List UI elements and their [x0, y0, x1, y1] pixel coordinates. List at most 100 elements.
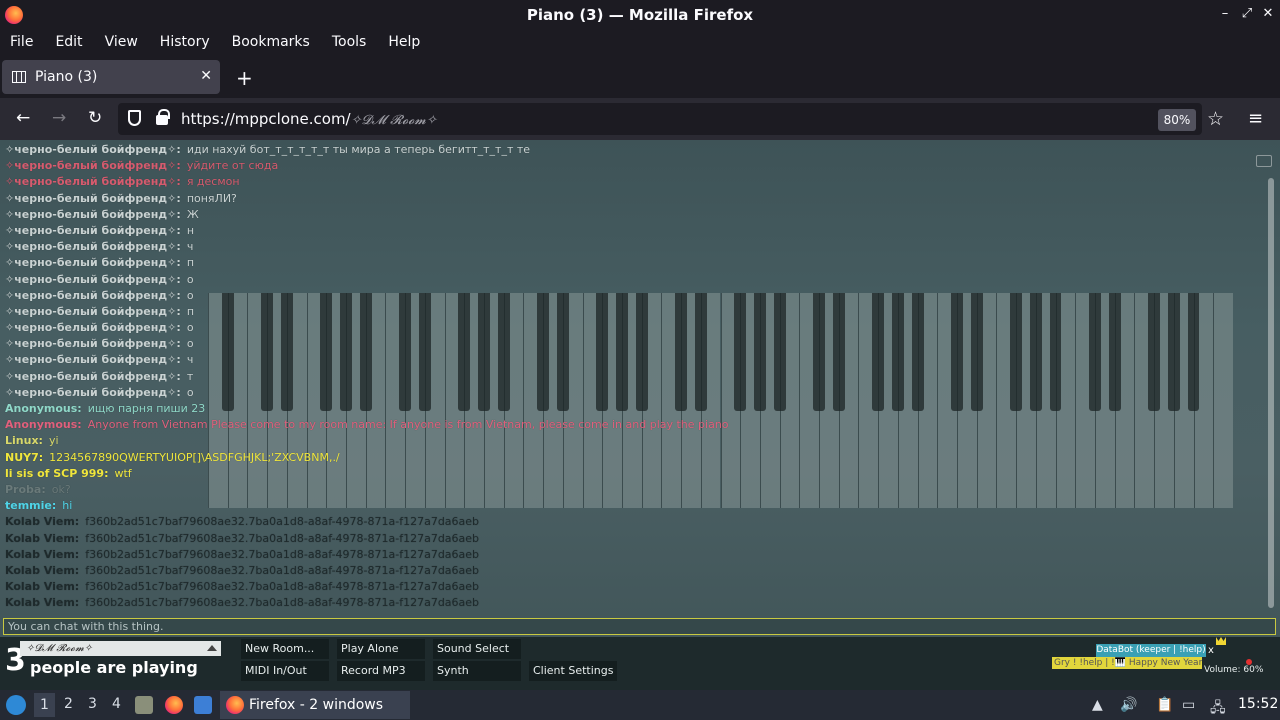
chat-message-author[interactable]: temmie: — [5, 499, 56, 512]
window-titlebar: Piano (3) — Mozilla Firefox – ⤢ ✕ — [0, 0, 1280, 30]
clipboard-icon[interactable]: 📋 — [1156, 697, 1173, 713]
chat-message-author[interactable]: ✧черно-белый бойфренд✧: — [5, 256, 181, 269]
chat-message-author[interactable]: Kolab Viem: — [5, 515, 79, 528]
terminal-icon[interactable] — [194, 696, 212, 714]
workspace-2[interactable]: 2 — [64, 696, 73, 712]
chat-message-author[interactable]: li sis of SCP 999: — [5, 467, 109, 480]
tab-close-icon[interactable]: ✕ — [200, 68, 212, 84]
workspace-1[interactable]: 1 — [34, 693, 55, 717]
maximize-icon[interactable]: ⤢ — [1239, 6, 1255, 21]
chat-message-author[interactable]: Kolab Viem: — [5, 596, 79, 609]
chat-message-author[interactable]: ✧черно-белый бойфренд✧: — [5, 370, 181, 383]
tray-up-icon[interactable]: ▲ — [1092, 697, 1103, 713]
tab-piano[interactable]: Piano (3) ✕ — [2, 60, 220, 94]
chat-message-text: f360b2ad51c7baf79608ae32.7ba0a1d8-a8af-4… — [85, 531, 480, 545]
chat-input[interactable]: You can chat with this thing. — [3, 618, 1276, 635]
chat-message: ✧черно-белый бойфренд✧: н — [5, 223, 1255, 239]
chat-message-text: я десмон — [186, 175, 240, 189]
menu-history[interactable]: History — [160, 34, 210, 50]
chat-message-author[interactable]: ✧черно-белый бойфренд✧: — [5, 175, 181, 188]
chat-message-author[interactable]: NUY7: — [5, 451, 43, 464]
chat-log: ✧черно-белый бойфренд✧: иди нахуй бот_т_т… — [5, 142, 1255, 611]
menu-edit[interactable]: Edit — [55, 34, 82, 50]
synth-button[interactable]: Synth — [433, 661, 521, 681]
menu-file[interactable]: File — [10, 34, 33, 50]
new-tab-icon[interactable]: + — [236, 66, 253, 90]
forward-icon[interactable]: → — [52, 108, 66, 128]
chat-message-text: о — [186, 337, 194, 351]
menu-bookmarks[interactable]: Bookmarks — [232, 34, 310, 50]
chat-message: ✧черно-белый бойфренд✧: п — [5, 304, 1255, 320]
chat-message-author[interactable]: ✧черно-белый бойфренд✧: — [5, 386, 181, 399]
close-window-icon[interactable]: ✕ — [1260, 6, 1276, 21]
workspace-3[interactable]: 3 — [88, 696, 97, 712]
reload-icon[interactable]: ↻ — [88, 108, 102, 128]
chat-message: Kolab Viem: f360b2ad51c7baf79608ae32.7ba0… — [5, 579, 1255, 595]
chat-message-text: о — [186, 272, 194, 286]
chat-message-author[interactable]: ✧черно-белый бойфренд✧: — [5, 192, 181, 205]
chat-message-author[interactable]: Kolab Viem: — [5, 548, 79, 561]
chat-message-author[interactable]: ✧черно-белый бойфренд✧: — [5, 224, 181, 237]
play-alone-button[interactable]: Play Alone — [337, 639, 425, 659]
chat-message-author[interactable]: ✧черно-белый бойфренд✧: — [5, 208, 181, 221]
bot-close-icon[interactable]: x — [1208, 645, 1214, 656]
chat-message-author[interactable]: Anonymous: — [5, 402, 82, 415]
bookmark-star-icon[interactable]: ☆ — [1207, 108, 1224, 130]
chat-message-author[interactable]: Kolab Viem: — [5, 564, 79, 577]
tab-title: Piano (3) — [35, 69, 98, 85]
chat-message-text: wtf — [114, 466, 132, 480]
url-bar[interactable]: https://mppclone.com/✧𝓓𝓜 𝓡𝓸𝓸𝓶✧ — [118, 103, 1202, 135]
chat-message: ✧черно-белый бойфренд✧: т — [5, 369, 1255, 385]
workspace-4[interactable]: 4 — [112, 696, 121, 712]
chat-message-author[interactable]: Kolab Viem: — [5, 532, 79, 545]
chat-message: ✧черно-белый бойфренд✧: Ж — [5, 207, 1255, 223]
lock-icon[interactable] — [156, 109, 170, 125]
bot-status-note: Gry ! !help | !🎹 Happy New Year! | ... — [1052, 657, 1202, 669]
chat-message-author[interactable]: ✧черно-белый бойфренд✧: — [5, 321, 181, 334]
file-manager-icon[interactable] — [135, 696, 153, 714]
url-domain: https://mppclone.com/ — [181, 110, 351, 128]
chat-message-author[interactable]: ✧черно-белый бойфренд✧: — [5, 353, 181, 366]
app-menu-icon[interactable]: ≡ — [1248, 108, 1263, 129]
clock: 15:52 — [1238, 696, 1279, 712]
midi-in-out-button[interactable]: MIDI In/Out — [241, 661, 329, 681]
room-select[interactable]: ✧𝓓𝓜 𝓡𝓸𝓸𝓶✧ — [20, 641, 221, 656]
display-icon[interactable]: ▭ — [1182, 697, 1195, 713]
back-icon[interactable]: ← — [16, 108, 30, 128]
chat-message-author[interactable]: Proba: — [5, 483, 46, 496]
chat-message-author[interactable]: ✧черно-белый бойфренд✧: — [5, 273, 181, 286]
chat-scrollbar[interactable] — [1268, 178, 1274, 608]
chat-message-author[interactable]: Kolab Viem: — [5, 580, 79, 593]
volume-label[interactable]: Volume: 60% — [1204, 665, 1263, 675]
sound-select-button[interactable]: Sound Select — [433, 639, 521, 659]
url-text[interactable]: https://mppclone.com/✧𝓓𝓜 𝓡𝓸𝓸𝓶✧ — [181, 110, 437, 128]
zoom-level-badge[interactable]: 80% — [1158, 109, 1196, 131]
network-icon[interactable]: 🖧 — [1210, 697, 1226, 720]
menu-view[interactable]: View — [105, 34, 138, 50]
speaker-icon[interactable]: 🔊 — [1120, 697, 1137, 713]
chat-message-author[interactable]: ✧черно-белый бойфренд✧: — [5, 159, 181, 172]
chat-message-text: иди нахуй бот_т_т_т_т_т ты мира а теперь… — [186, 143, 531, 156]
minimize-icon[interactable]: – — [1217, 6, 1233, 21]
client-settings-button[interactable]: Client Settings — [529, 661, 617, 681]
chat-message-author[interactable]: Anonymous: — [5, 418, 82, 431]
chat-message-author[interactable]: ✧черно-белый бойфренд✧: — [5, 337, 181, 350]
databot-user-tag[interactable]: DataBot (keeper | !help) — [1096, 644, 1206, 657]
menu-help[interactable]: Help — [388, 34, 420, 50]
chat-message-author[interactable]: ✧черно-белый бойфренд✧: — [5, 143, 181, 156]
chat-message-author[interactable]: ✧черно-белый бойфренд✧: — [5, 289, 181, 302]
chat-toggle-icon[interactable] — [1256, 155, 1272, 167]
new-room-button[interactable]: New Room... — [241, 639, 329, 659]
record-mp3-button[interactable]: Record MP3 — [337, 661, 425, 681]
chat-message: Anonymous: ищю парня пиши 23 — [5, 401, 1255, 417]
chat-message-text: т — [186, 369, 194, 383]
chat-message: ✧черно-белый бойфренд✧: о — [5, 320, 1255, 336]
chat-message-author[interactable]: ✧черно-белый бойфренд✧: — [5, 305, 181, 318]
chat-message-author[interactable]: ✧черно-белый бойфренд✧: — [5, 240, 181, 253]
firefox-launcher-icon[interactable] — [165, 696, 183, 714]
start-menu-icon[interactable] — [6, 695, 26, 715]
taskbar-firefox-window[interactable]: Firefox - 2 windows — [220, 691, 410, 719]
menu-tools[interactable]: Tools — [332, 34, 367, 50]
chat-message-author[interactable]: Linux: — [5, 434, 43, 447]
shield-icon[interactable] — [128, 110, 141, 126]
